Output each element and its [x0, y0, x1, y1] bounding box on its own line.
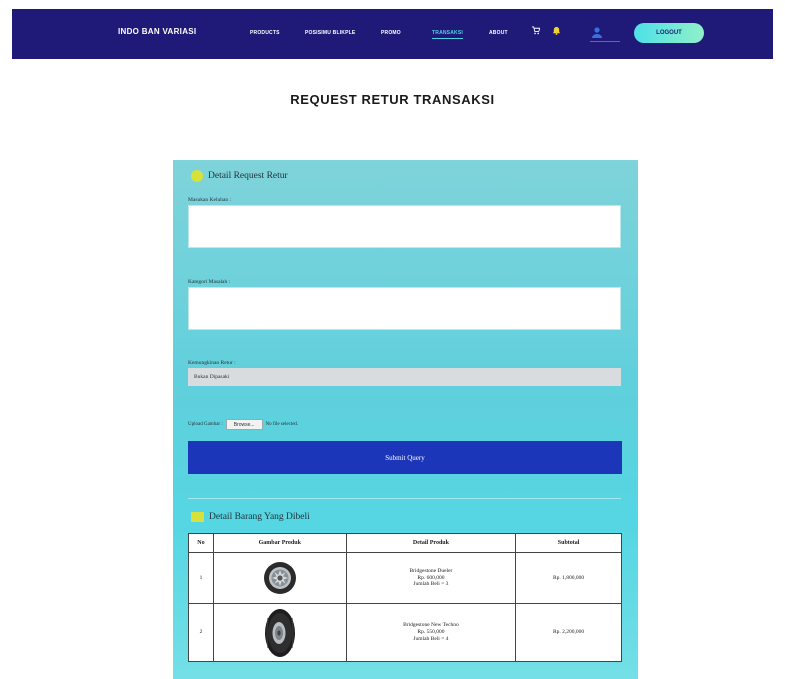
category-textarea[interactable] [188, 287, 621, 330]
user-underline [590, 41, 620, 42]
logout-button[interactable]: LOGOUT [634, 23, 704, 43]
col-header-subtotal: Subtotal [515, 533, 622, 553]
complaint-label: Masukan Keluhan : [188, 197, 232, 203]
brand-logo[interactable]: INDO BAN VARIASI [118, 27, 196, 36]
section-bullet-icon [191, 512, 204, 522]
retur-option-value: Bukan Dipasaki [194, 374, 230, 380]
section-bullet-icon [191, 170, 203, 182]
table-row: 1 Bridgestone Dueler Rp. 600,000 Jumlah … [188, 552, 622, 604]
tire-icon [264, 608, 295, 657]
nav-item-about[interactable]: ABOUT [489, 30, 508, 36]
row-no: 1 [188, 552, 214, 604]
row-image [212, 552, 347, 604]
retur-card: Detail Request Retur Masukan Keluhan : K… [173, 160, 638, 679]
nav-item-transaksi[interactable]: TRANSAKSI [432, 30, 463, 39]
file-status-text: No file selected. [265, 422, 299, 427]
upload-label: Upload Gambar : [188, 422, 223, 427]
nav-item-posisimu[interactable]: POSISIMU BLIKPLE [305, 30, 355, 36]
row-subtotal: Rp. 1,800,000 [515, 552, 622, 604]
product-qty: Jumlah Beli = 4 [413, 635, 449, 642]
row-image [212, 603, 347, 662]
wheel-icon [263, 562, 296, 594]
section-detail-items: Detail Barang Yang Dibeli [191, 512, 310, 522]
section-title-items: Detail Barang Yang Dibeli [209, 512, 310, 522]
upload-row: Upload Gambar : Browse... No file select… [188, 419, 298, 430]
col-header-no: No [188, 533, 214, 553]
product-price: Rp. 600,000 [417, 574, 445, 581]
nav-item-promo[interactable]: PROMO [381, 30, 401, 36]
product-name: Bridgestone Dueler [409, 567, 453, 574]
product-name: Bridgestone New Techno [403, 622, 459, 629]
col-header-image: Gambar Produk [212, 533, 347, 553]
product-price: Rp. 550,000 [417, 629, 445, 636]
complaint-textarea[interactable] [188, 205, 621, 248]
table-row: 2 Bridgestone New Techno Rp. 550,000 Jum… [188, 603, 622, 662]
nav-item-products[interactable]: PRODUCTS [250, 30, 280, 36]
table-header-row: No Gambar Produk Detail Produk Subtotal [188, 533, 622, 553]
category-label: Kategori Masalah : [188, 279, 231, 285]
row-no: 2 [188, 603, 214, 662]
bell-icon[interactable] [552, 26, 561, 37]
submit-button[interactable]: Submit Query [188, 441, 622, 474]
product-table: No Gambar Produk Detail Produk Subtotal … [188, 533, 622, 662]
browse-button[interactable]: Browse... [225, 419, 263, 430]
user-icon[interactable] [591, 25, 603, 38]
section-title-request: Detail Request Retur [208, 171, 288, 181]
product-qty: Jumlah Beli = 3 [413, 581, 449, 588]
col-header-detail: Detail Produk [345, 533, 517, 553]
section-detail-request: Detail Request Retur [191, 170, 288, 182]
section-divider [188, 498, 621, 499]
cart-icon[interactable] [531, 26, 541, 37]
row-detail: Bridgestone Dueler Rp. 600,000 Jumlah Be… [345, 552, 517, 604]
retur-option-label: Kemungkinan Retur : [188, 360, 236, 366]
page-title: REQUEST RETUR TRANSAKSI [290, 92, 495, 107]
row-detail: Bridgestone New Techno Rp. 550,000 Jumla… [345, 603, 517, 662]
retur-option-select[interactable]: Bukan Dipasaki [188, 368, 621, 386]
top-navbar: INDO BAN VARIASI PRODUCTS POSISIMU BLIKP… [12, 9, 773, 59]
row-subtotal: Rp. 2,200,000 [515, 603, 622, 662]
